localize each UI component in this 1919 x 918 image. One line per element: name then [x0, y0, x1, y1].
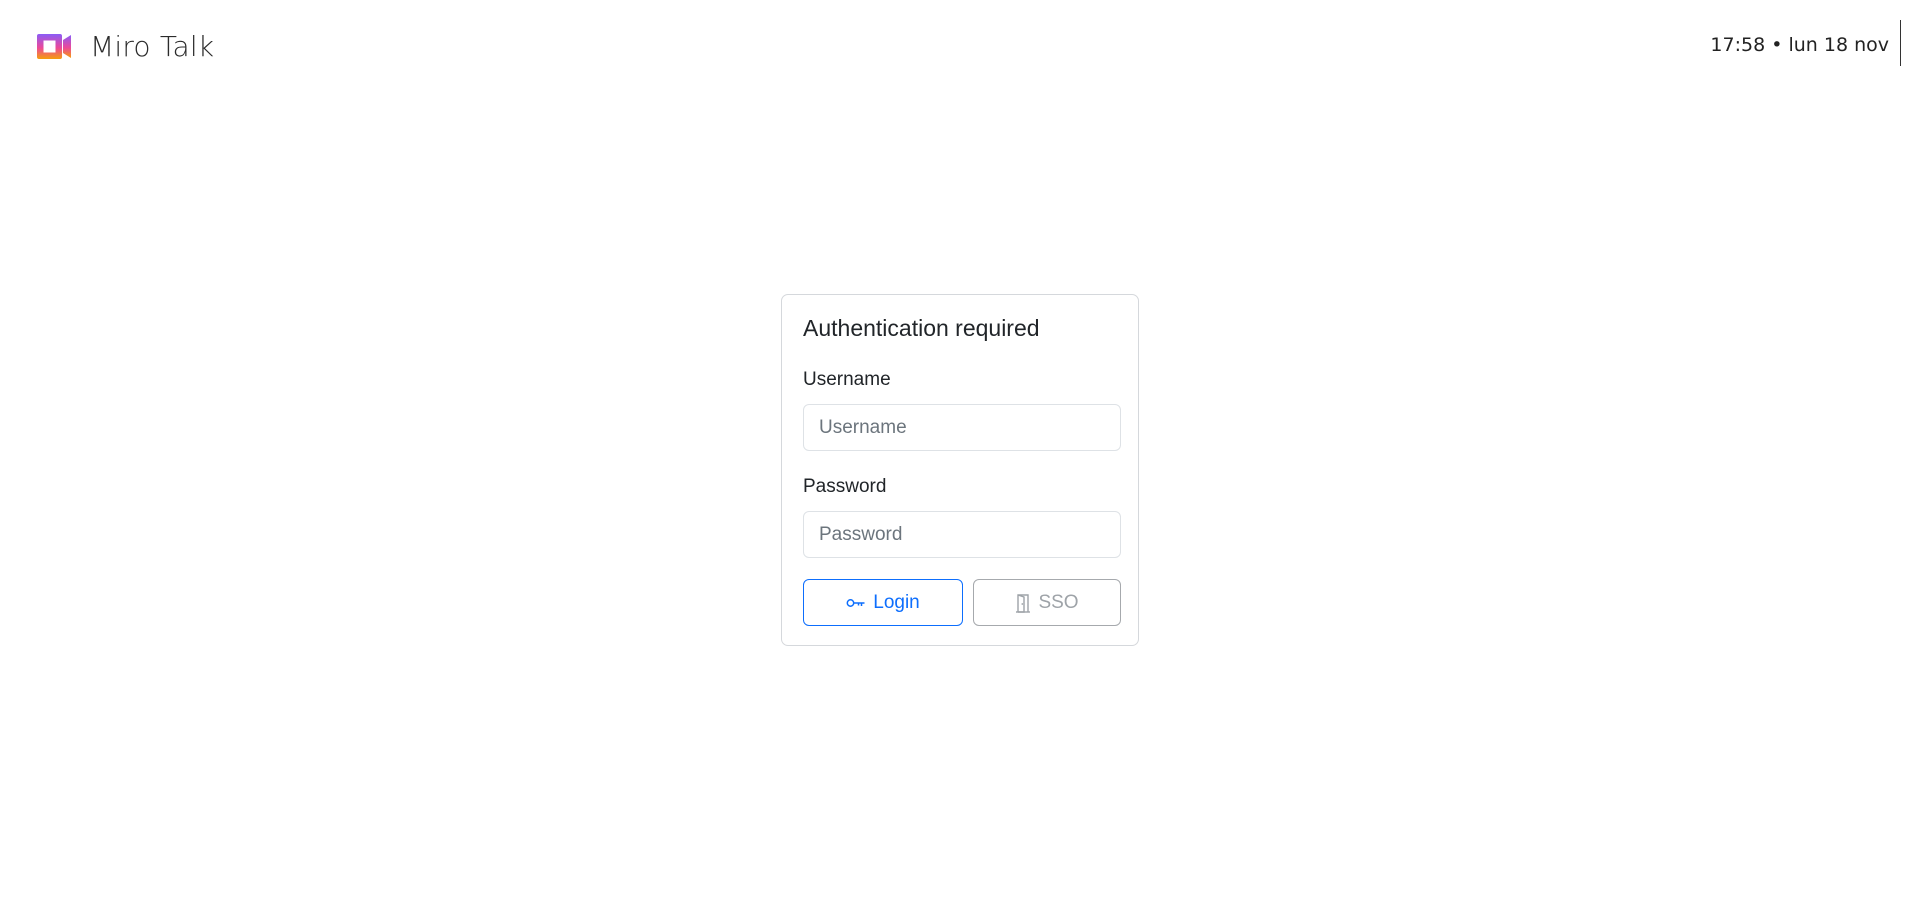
window-edge-divider	[1900, 20, 1901, 66]
username-label: Username	[803, 369, 891, 390]
sso-button[interactable]: SSO	[973, 579, 1121, 626]
login-label: Login	[873, 591, 920, 613]
login-screen: Miro Talk 17:58 • lun 18 nov Authenticat…	[0, 0, 1919, 918]
login-button[interactable]: Login	[803, 579, 963, 626]
sso-label: SSO	[1038, 591, 1079, 613]
username-input[interactable]	[803, 404, 1121, 451]
clock-datetime: 17:58 • lun 18 nov	[1710, 34, 1889, 56]
auth-title: Authentication required	[803, 315, 1040, 341]
brand[interactable]: Miro Talk	[36, 28, 214, 64]
key-icon	[846, 597, 866, 609]
door-icon	[1015, 593, 1031, 613]
password-label: Password	[803, 476, 887, 497]
auth-card: Authentication required Username Passwor…	[781, 294, 1139, 646]
video-camera-logo-icon	[36, 30, 72, 62]
brand-name: Miro Talk	[90, 29, 215, 63]
password-input[interactable]	[803, 511, 1121, 558]
